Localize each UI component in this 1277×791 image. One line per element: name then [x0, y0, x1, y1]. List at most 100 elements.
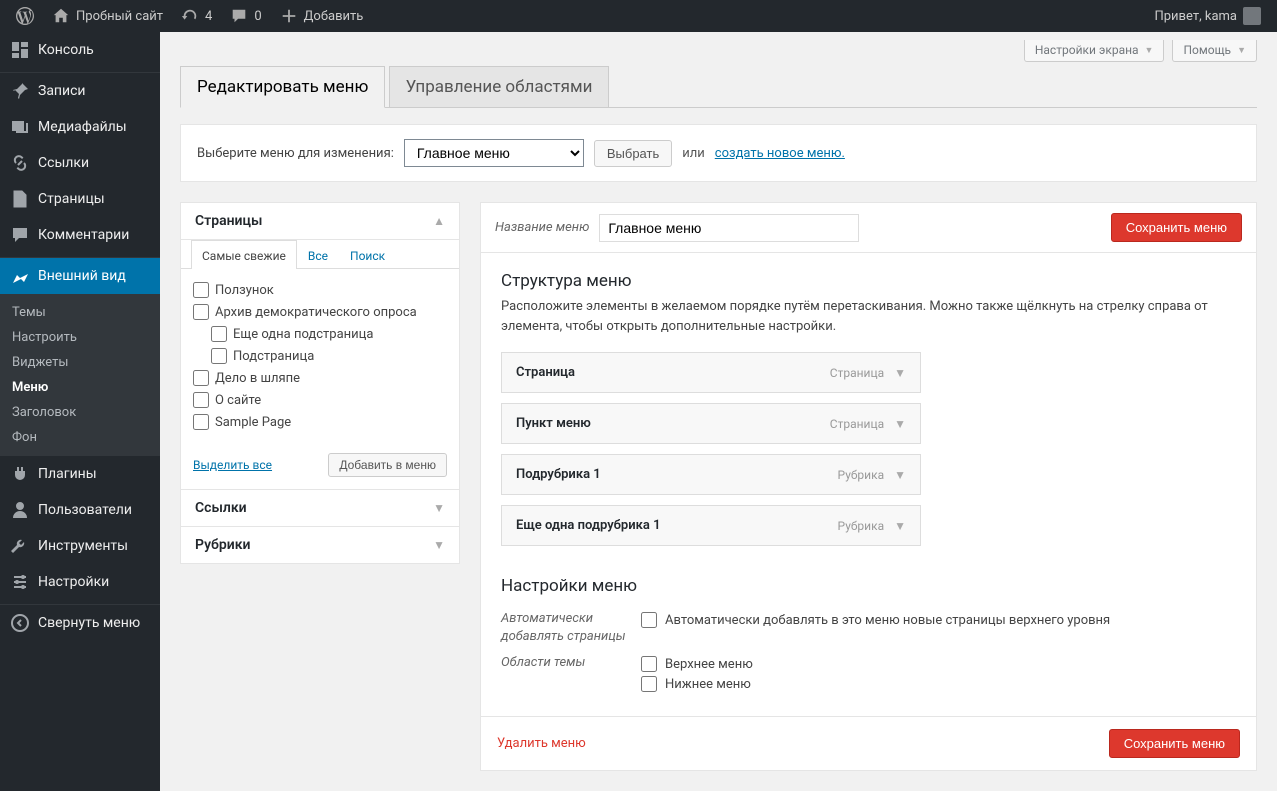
menu-collapse[interactable]: Свернуть меню — [0, 605, 160, 641]
page-list[interactable]: Ползунок Архив демократического опроса Е… — [181, 269, 459, 443]
menu-label: Консоль — [38, 42, 94, 58]
auto-add-checkbox[interactable] — [641, 612, 657, 628]
location-bottom-checkbox[interactable] — [641, 676, 657, 692]
page-checkbox[interactable] — [193, 370, 209, 386]
page-label: Архив демократического опроса — [215, 305, 417, 320]
comments-link[interactable]: 0 — [222, 0, 269, 32]
user-icon — [10, 500, 30, 520]
page-label: Ползунок — [215, 283, 274, 298]
submenu-themes[interactable]: Темы — [0, 300, 160, 325]
menu-name-label: Название меню — [495, 220, 589, 235]
menu-media[interactable]: Медиафайлы — [0, 109, 160, 145]
menu-users[interactable]: Пользователи — [0, 492, 160, 528]
page-checkbox[interactable] — [193, 282, 209, 298]
tab-edit-menus[interactable]: Редактировать меню — [180, 66, 385, 108]
submenu-widgets[interactable]: Виджеты — [0, 350, 160, 375]
add-to-menu-button[interactable]: Добавить в меню — [328, 453, 447, 477]
updates-link[interactable]: 4 — [173, 0, 220, 32]
submenu-menus[interactable]: Меню — [0, 375, 160, 400]
tools-icon — [10, 536, 30, 556]
add-new-link[interactable]: Добавить — [272, 0, 372, 32]
menu-edit-panel: Название меню Сохранить меню Структура м… — [480, 202, 1257, 771]
menu-pages[interactable]: Страницы — [0, 181, 160, 217]
menu-name-input[interactable] — [599, 214, 859, 242]
page-checkbox[interactable] — [211, 348, 227, 364]
menu-struct-item[interactable]: Пункт меню Страница▼ — [501, 403, 921, 444]
inner-tab-recent[interactable]: Самые свежие — [191, 240, 297, 269]
save-menu-button-bottom[interactable]: Сохранить меню — [1109, 729, 1240, 758]
settings-heading: Настройки меню — [501, 576, 1236, 596]
tab-manage-locations[interactable]: Управление областями — [389, 66, 610, 107]
save-menu-button-top[interactable]: Сохранить меню — [1111, 213, 1242, 242]
menu-label: Медиафайлы — [38, 119, 127, 135]
menu-label: Плагины — [38, 466, 97, 482]
screen-options-label: Настройки экрана — [1035, 43, 1139, 57]
or-text: или — [682, 146, 705, 161]
menu-select-bar: Выберите меню для изменения: Главное мен… — [180, 124, 1257, 182]
admin-bar: Пробный сайт 4 0 Добавить Привет, kama — [0, 0, 1277, 32]
create-menu-link[interactable]: создать новое меню. — [715, 146, 845, 161]
appearance-icon — [10, 266, 30, 286]
page-label: Дело в шляпе — [215, 371, 300, 386]
menu-label: Записи — [38, 83, 86, 99]
page-row: Дело в шляпе — [193, 367, 447, 389]
submenu-header[interactable]: Заголовок — [0, 400, 160, 425]
nav-tabs: Редактировать меню Управление областями — [180, 62, 1257, 108]
chevron-down-icon: ▼ — [1237, 45, 1246, 56]
menu-select[interactable]: Главное меню — [404, 139, 584, 167]
menu-struct-item[interactable]: Страница Страница▼ — [501, 352, 921, 393]
submenu-customize[interactable]: Настроить — [0, 325, 160, 350]
menu-comments[interactable]: Комментарии — [0, 217, 160, 253]
site-name-link[interactable]: Пробный сайт — [44, 0, 171, 32]
page-row: О сайте — [193, 389, 447, 411]
select-all-link[interactable]: Выделить все — [193, 458, 272, 472]
page-label: Подстраница — [233, 349, 314, 364]
inner-tab-all[interactable]: Все — [297, 240, 339, 269]
page-icon — [10, 189, 30, 209]
select-button[interactable]: Выбрать — [594, 140, 672, 167]
menu-links[interactable]: Ссылки — [0, 145, 160, 181]
item-title: Страница — [516, 365, 575, 380]
location-top-checkbox[interactable] — [641, 656, 657, 672]
page-checkbox[interactable] — [193, 414, 209, 430]
submenu-background[interactable]: Фон — [0, 425, 160, 450]
structure-desc: Расположите элементы в желаемом порядке … — [501, 297, 1236, 336]
menu-posts[interactable]: Записи — [0, 73, 160, 109]
acc-pages-head[interactable]: Страницы ▲ — [181, 203, 459, 239]
home-icon — [52, 7, 70, 25]
menu-plugins[interactable]: Плагины — [0, 456, 160, 492]
menu-dashboard[interactable]: Консоль — [0, 32, 160, 68]
page-label: О сайте — [215, 393, 261, 408]
page-checkbox[interactable] — [193, 392, 209, 408]
page-checkbox[interactable] — [211, 326, 227, 342]
menu-appearance[interactable]: Внешний вид — [0, 258, 160, 294]
page-checkbox[interactable] — [193, 304, 209, 320]
inner-tab-search[interactable]: Поиск — [339, 240, 396, 269]
acc-links-head[interactable]: Ссылки ▼ — [181, 489, 459, 526]
chevron-down-icon: ▼ — [894, 366, 906, 380]
menu-tools[interactable]: Инструменты — [0, 528, 160, 564]
media-icon — [10, 117, 30, 137]
chevron-up-icon: ▲ — [433, 214, 445, 228]
location-bottom-label: Нижнее меню — [665, 677, 751, 692]
acc-categories-head[interactable]: Рубрики ▼ — [181, 526, 459, 563]
screen-options-button[interactable]: Настройки экрана ▼ — [1024, 40, 1165, 62]
delete-menu-link[interactable]: Удалить меню — [497, 736, 586, 751]
menu-settings[interactable]: Настройки — [0, 564, 160, 600]
collapse-icon — [10, 613, 30, 633]
wp-logo[interactable] — [8, 0, 42, 32]
menu-struct-item[interactable]: Еще одна подрубрика 1 Рубрика▼ — [501, 505, 921, 546]
menu-struct-item[interactable]: Подрубрика 1 Рубрика▼ — [501, 454, 921, 495]
auto-add-option-label: Автоматически добавлять в это меню новые… — [665, 613, 1110, 628]
comment-icon — [10, 225, 30, 245]
menu-label: Ссылки — [38, 155, 89, 171]
admin-sidebar: Консоль Записи Медиафайлы Ссылки Страниц… — [0, 32, 160, 791]
page-row: Sample Page — [193, 411, 447, 433]
menu-label: Настройки — [38, 574, 109, 590]
menu-header: Название меню Сохранить меню — [481, 203, 1256, 253]
site-name: Пробный сайт — [76, 9, 163, 24]
help-button[interactable]: Помощь ▼ — [1172, 40, 1257, 62]
user-greeting[interactable]: Привет, kama — [1146, 0, 1269, 32]
update-icon — [181, 7, 199, 25]
chevron-down-icon: ▼ — [1145, 45, 1154, 56]
